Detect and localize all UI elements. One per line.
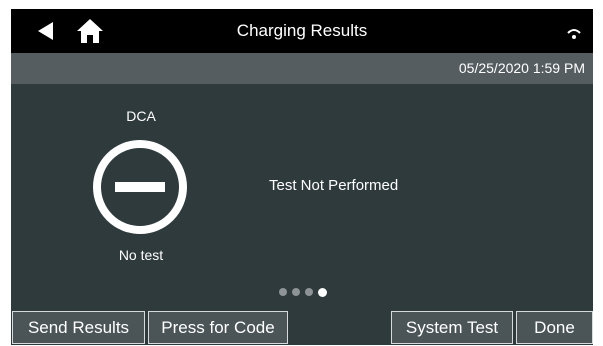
- result-label: DCA: [126, 108, 156, 124]
- wifi-signal-icon: [567, 29, 581, 39]
- page-dot[interactable]: [305, 288, 313, 296]
- page-dot[interactable]: [279, 288, 287, 296]
- datetime-text: 05/25/2020 1:59 PM: [458, 60, 585, 76]
- result-message: Test Not Performed: [269, 177, 399, 194]
- send-results-button[interactable]: Send Results: [12, 311, 145, 344]
- system-test-button[interactable]: System Test: [391, 311, 513, 344]
- done-button[interactable]: Done: [516, 311, 593, 344]
- page-dot[interactable]: [292, 288, 300, 296]
- page-dot-active[interactable]: [318, 287, 327, 297]
- page-indicator: [279, 287, 327, 297]
- page-title: Charging Results: [236, 21, 368, 40]
- title-bar: Charging Results: [11, 9, 593, 53]
- date-bar: 05/25/2020 1:59 PM: [11, 53, 593, 84]
- no-test-icon: [93, 140, 187, 234]
- result-status: No test: [118, 247, 164, 263]
- screen: Charging Results 05/25/2020 1:59 PM DCA …: [11, 9, 593, 345]
- press-for-code-button[interactable]: Press for Code: [148, 311, 288, 344]
